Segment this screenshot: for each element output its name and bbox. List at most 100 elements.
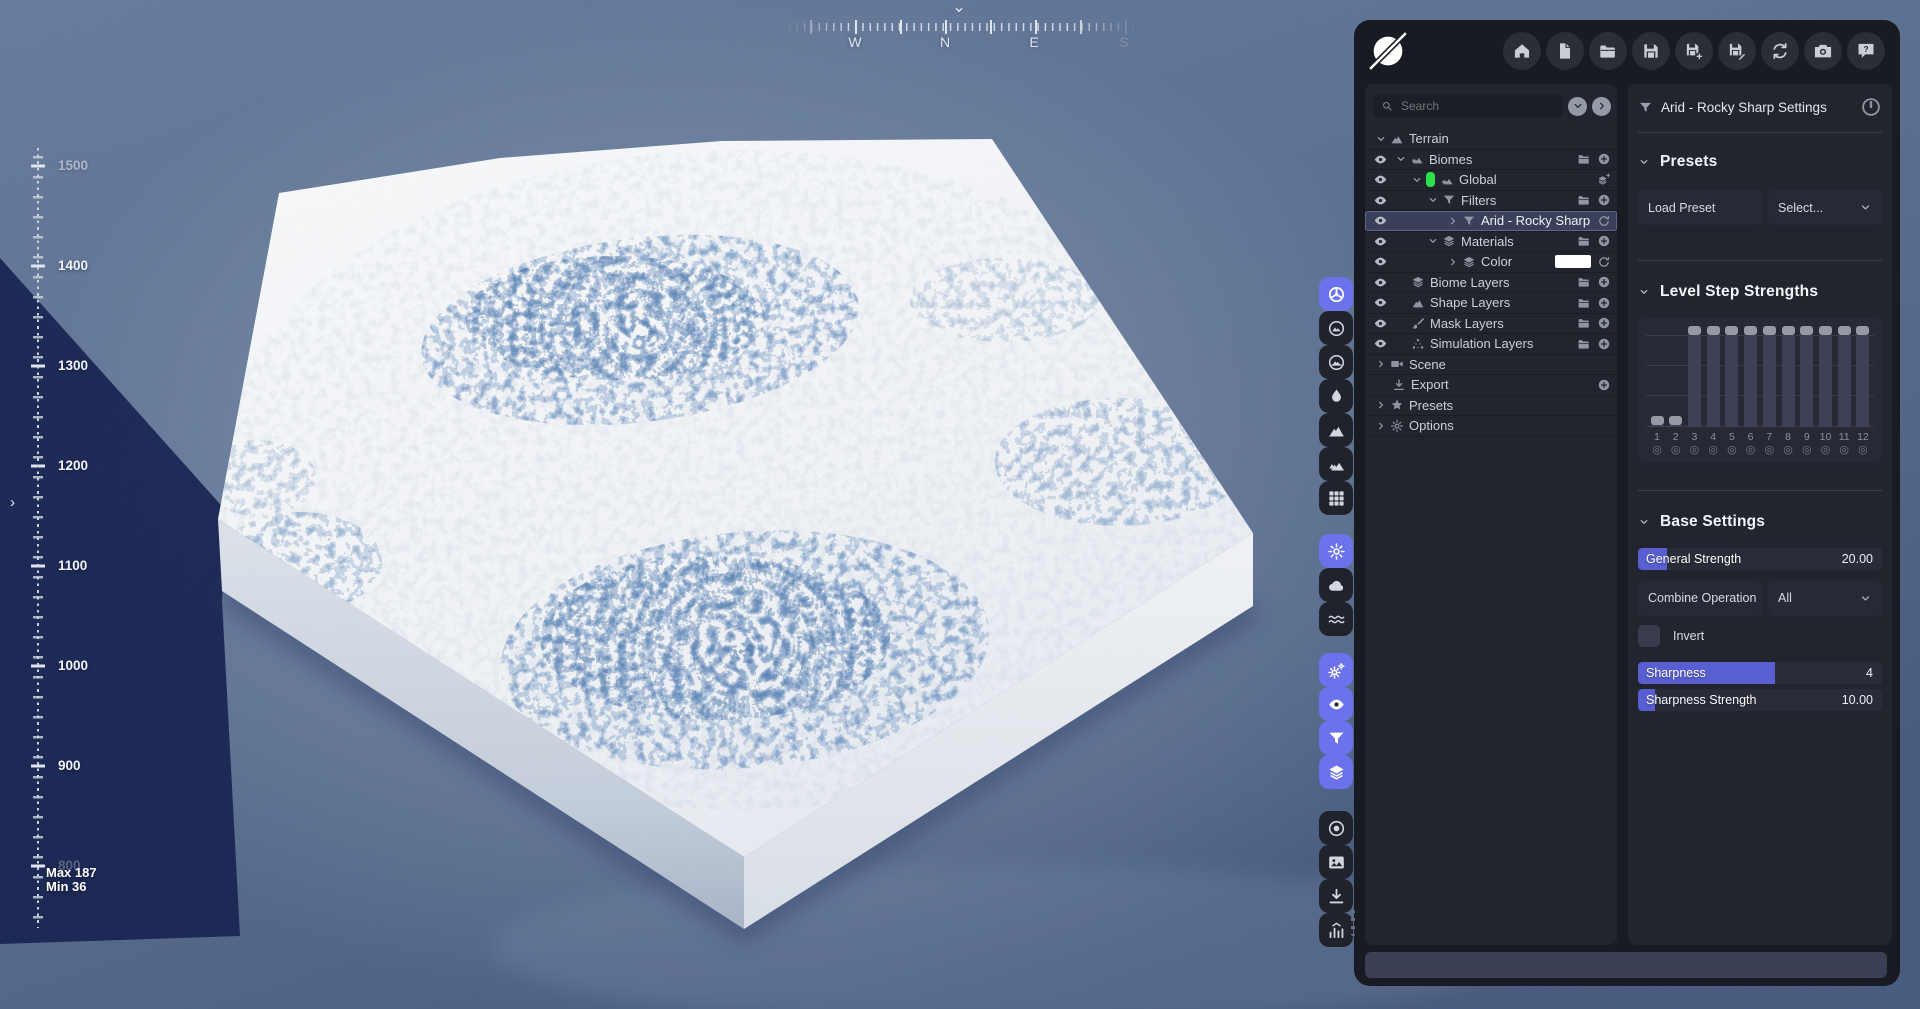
- add-plus-icon[interactable]: [1597, 234, 1611, 248]
- layers-toggle-button[interactable]: [1319, 755, 1353, 789]
- level-bar[interactable]: [1706, 326, 1720, 427]
- folder-icon[interactable]: [1577, 193, 1591, 207]
- tree-row-biome-layers[interactable]: Biome Layers: [1365, 273, 1617, 293]
- level-bar-visibility-toggle[interactable]: ◎: [1765, 445, 1775, 456]
- view-mode-circle-mountain-button[interactable]: [1319, 311, 1353, 345]
- tree-row-biomes[interactable]: Biomes: [1365, 150, 1617, 170]
- chevron-right-icon[interactable]: [1375, 358, 1390, 370]
- filter-toggle-button[interactable]: [1319, 721, 1353, 755]
- level-bar-visibility-toggle[interactable]: ◎: [1839, 445, 1849, 456]
- level-bar[interactable]: [1650, 326, 1664, 427]
- tree-row-global[interactable]: Global: [1365, 170, 1617, 191]
- level-bar-visibility-toggle[interactable]: ◎: [1746, 445, 1756, 456]
- level-bar[interactable]: [1837, 326, 1851, 427]
- add-plus-icon[interactable]: [1597, 275, 1611, 289]
- level-bar[interactable]: [1762, 326, 1776, 427]
- add-plus-icon[interactable]: [1597, 152, 1611, 166]
- sharpness-strength-slider[interactable]: Sharpness Strength 10.00: [1638, 689, 1882, 711]
- level-bar[interactable]: [1781, 326, 1795, 427]
- visibility-eye-toggle[interactable]: [1373, 316, 1395, 331]
- power-toggle-icon[interactable]: [1860, 96, 1882, 118]
- refresh-icon[interactable]: [1597, 255, 1611, 269]
- base-settings-section-header[interactable]: Base Settings: [1628, 510, 1892, 534]
- presets-section-header[interactable]: Presets: [1628, 150, 1892, 174]
- left-panel-expander[interactable]: ›: [10, 492, 26, 514]
- load-preset-dropdown[interactable]: Select...: [1768, 190, 1882, 225]
- view-mode-horizon-button[interactable]: [1319, 345, 1353, 379]
- tree-row-options[interactable]: Options: [1365, 416, 1617, 437]
- add-plus-icon[interactable]: [1597, 296, 1611, 310]
- chevron-right-icon[interactable]: [1375, 420, 1390, 432]
- visibility-eye-toggle[interactable]: [1373, 193, 1395, 208]
- level-bar-visibility-toggle[interactable]: ◎: [1708, 445, 1718, 456]
- level-steps-section-header[interactable]: Level Step Strengths: [1628, 280, 1892, 304]
- chevron-down-icon[interactable]: [1375, 133, 1390, 145]
- screenshot-button[interactable]: [1804, 32, 1842, 70]
- cloud-toggle-button[interactable]: [1319, 568, 1353, 602]
- chevron-down-icon[interactable]: [1427, 194, 1442, 206]
- record-button[interactable]: [1319, 811, 1353, 845]
- reload-button[interactable]: [1761, 32, 1799, 70]
- color-swatch[interactable]: [1555, 255, 1591, 269]
- open-project-button[interactable]: [1589, 32, 1627, 70]
- level-bar-visibility-toggle[interactable]: ◎: [1652, 445, 1662, 456]
- sharpness-slider[interactable]: Sharpness 4: [1638, 662, 1882, 684]
- chevron-down-icon[interactable]: [1427, 235, 1442, 247]
- view-mode-mountain-button[interactable]: [1319, 413, 1353, 447]
- view-mode-scenery-button[interactable]: [1319, 447, 1353, 481]
- add-layer-icon[interactable]: [1597, 173, 1611, 187]
- help-button[interactable]: [1847, 32, 1885, 70]
- stats-button[interactable]: [1319, 913, 1353, 947]
- add-plus-icon[interactable]: [1597, 193, 1611, 207]
- visibility-eye-toggle[interactable]: [1373, 152, 1395, 167]
- save-as-button[interactable]: [1675, 32, 1713, 70]
- view-mode-grid-button[interactable]: [1319, 481, 1353, 515]
- export-heightmap-button[interactable]: [1319, 879, 1353, 913]
- add-plus-icon[interactable]: [1597, 316, 1611, 330]
- save-button[interactable]: [1632, 32, 1670, 70]
- view-mode-wheel-button[interactable]: [1319, 277, 1353, 311]
- home-button[interactable]: [1503, 32, 1541, 70]
- tree-row-simulation-layers[interactable]: Simulation Layers: [1365, 334, 1617, 355]
- panel-resize-handle[interactable]: [1351, 910, 1355, 936]
- tree-row-export[interactable]: Export: [1365, 375, 1617, 396]
- visibility-toggle-button[interactable]: [1319, 687, 1353, 721]
- refresh-icon[interactable]: [1597, 214, 1611, 228]
- tree-row-presets[interactable]: Presets: [1365, 396, 1617, 416]
- level-bar-visibility-toggle[interactable]: ◎: [1690, 445, 1700, 456]
- general-strength-slider[interactable]: General Strength 20.00: [1638, 548, 1882, 570]
- chevron-right-icon[interactable]: [1447, 215, 1462, 227]
- chevron-down-icon[interactable]: [1395, 153, 1410, 165]
- level-bar[interactable]: [1687, 326, 1701, 427]
- level-bar[interactable]: [1856, 326, 1870, 427]
- tree-row-arid-rocky-sharp[interactable]: Arid - Rocky Sharp: [1365, 211, 1617, 232]
- tree-row-mask-layers[interactable]: Mask Layers: [1365, 314, 1617, 334]
- level-bar[interactable]: [1669, 326, 1683, 427]
- folder-icon[interactable]: [1577, 296, 1591, 310]
- settings-toggle-button[interactable]: [1319, 534, 1353, 568]
- new-file-button[interactable]: [1546, 32, 1584, 70]
- add-plus-icon[interactable]: [1597, 337, 1611, 351]
- combine-operation-dropdown[interactable]: All: [1768, 580, 1882, 616]
- chevron-down-icon[interactable]: [1411, 174, 1426, 186]
- level-bar[interactable]: [1800, 326, 1814, 427]
- processing-toggle-button[interactable]: [1319, 653, 1353, 687]
- tree-row-shape-layers[interactable]: Shape Layers: [1365, 293, 1617, 314]
- visibility-eye-toggle[interactable]: [1373, 254, 1395, 269]
- level-bar-visibility-toggle[interactable]: ◎: [1783, 445, 1793, 456]
- collapse-all-button[interactable]: [1568, 96, 1587, 116]
- visibility-eye-toggle[interactable]: [1373, 336, 1395, 351]
- invert-checkbox[interactable]: [1638, 625, 1660, 647]
- snapshot-button[interactable]: [1319, 845, 1353, 879]
- tree-row-terrain[interactable]: Terrain: [1365, 129, 1617, 150]
- expand-all-button[interactable]: [1592, 96, 1611, 116]
- level-bar-visibility-toggle[interactable]: ◎: [1821, 445, 1831, 456]
- level-bar[interactable]: [1744, 326, 1758, 427]
- level-bar-visibility-toggle[interactable]: ◎: [1727, 445, 1737, 456]
- tree-row-filters[interactable]: Filters: [1365, 191, 1617, 211]
- visibility-eye-toggle[interactable]: [1373, 172, 1395, 187]
- folder-icon[interactable]: [1577, 152, 1591, 166]
- add-plus-icon[interactable]: [1597, 378, 1611, 392]
- visibility-eye-toggle[interactable]: [1373, 213, 1395, 228]
- folder-icon[interactable]: [1577, 275, 1591, 289]
